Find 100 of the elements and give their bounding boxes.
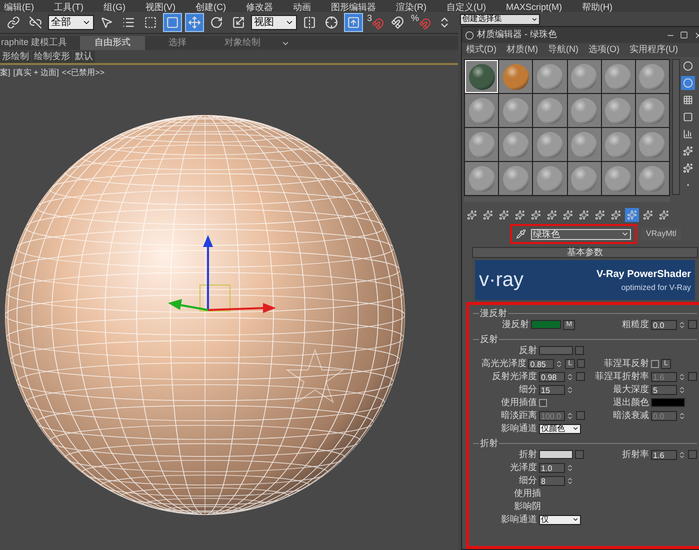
scrollbar[interactable] bbox=[464, 197, 670, 202]
menu-item[interactable]: 实用程序(U) bbox=[630, 43, 678, 57]
material-sample-slot[interactable] bbox=[636, 94, 670, 127]
editor-tool-button[interactable] bbox=[545, 208, 560, 222]
move-icon bbox=[188, 16, 201, 29]
field-label: 暗淡衰减 bbox=[613, 409, 650, 422]
viewport-label[interactable]: <<已禁用>> bbox=[62, 67, 104, 79]
tool-icon bbox=[515, 210, 526, 220]
sample-tool-button[interactable] bbox=[681, 144, 696, 158]
number-field[interactable]: 0.85 bbox=[528, 358, 554, 369]
number-field[interactable]: 0.0 bbox=[651, 320, 678, 330]
scrollbar[interactable] bbox=[672, 59, 680, 195]
number-field[interactable]: 0.98 bbox=[539, 372, 566, 382]
menu-item[interactable]: 自定义(U) bbox=[446, 2, 486, 12]
field-label: 退出颜色 bbox=[613, 396, 650, 409]
material-type-button[interactable]: VRayMtl bbox=[641, 228, 682, 240]
spinner-icon bbox=[566, 476, 574, 485]
mirror-icon bbox=[303, 16, 316, 29]
sample-tool-button[interactable] bbox=[681, 161, 696, 175]
checkbox[interactable] bbox=[651, 360, 660, 368]
menu-item[interactable]: 创建(C) bbox=[196, 2, 226, 12]
editor-tool-button[interactable] bbox=[561, 208, 576, 222]
color-swatch[interactable] bbox=[531, 320, 562, 330]
spinner-icon bbox=[566, 372, 574, 381]
menu-item[interactable]: 渲染(R) bbox=[396, 2, 426, 12]
magnet-icon bbox=[391, 16, 404, 29]
number-field[interactable]: 15 bbox=[539, 384, 566, 395]
menu-item[interactable]: 工具(T) bbox=[54, 2, 84, 12]
rollout-header[interactable]: 基本参数 bbox=[472, 247, 698, 258]
number-field[interactable]: 1.0 bbox=[539, 462, 566, 473]
ribbon-panel-button[interactable]: 形绘制 bbox=[0, 50, 31, 62]
editor-tool-button[interactable] bbox=[481, 208, 496, 222]
menu-item[interactable]: 选项(O) bbox=[588, 43, 620, 57]
ribbon-tab[interactable]: 自由形式 bbox=[80, 36, 145, 50]
caret-icon bbox=[572, 516, 580, 524]
snap-toggle[interactable]: 3 bbox=[366, 14, 386, 32]
tool-icon bbox=[611, 210, 622, 220]
editor-tool-button[interactable] bbox=[577, 208, 592, 222]
channel-dropdown[interactable]: 仅 bbox=[539, 514, 582, 525]
magnet-icon bbox=[419, 18, 432, 30]
ribbon-panel-button[interactable]: 绘制变形 bbox=[32, 50, 72, 62]
checkbox[interactable] bbox=[539, 398, 548, 407]
editor-tool-button[interactable] bbox=[657, 208, 672, 222]
crosshair-icon bbox=[325, 16, 338, 29]
rotate-icon bbox=[210, 16, 223, 29]
viewport-label[interactable]: [真实 + 边面] bbox=[13, 67, 59, 79]
spinner-icon bbox=[678, 372, 686, 381]
menu-item[interactable]: 图形编辑器 bbox=[331, 2, 376, 12]
ribbon-tab[interactable]: 对象绘制 bbox=[210, 36, 275, 50]
spinner-icon bbox=[566, 412, 574, 420]
tool-icon bbox=[683, 146, 694, 156]
tool-icon bbox=[683, 112, 694, 122]
editor-tool-button[interactable] bbox=[641, 208, 656, 222]
editor-tool-button[interactable] bbox=[513, 208, 528, 222]
square-icon bbox=[166, 16, 179, 29]
channel-dropdown[interactable]: 仅颜色 bbox=[539, 424, 582, 434]
field-label: 反射 bbox=[519, 344, 538, 357]
view-dropdown[interactable]: 视图 bbox=[251, 15, 297, 30]
material-name-field[interactable]: 绿珠色 bbox=[531, 228, 632, 240]
viewport-label[interactable]: 案] bbox=[0, 67, 10, 79]
selection-set-dropdown[interactable]: 创建选择集 bbox=[460, 14, 540, 24]
menu-item[interactable]: 视图(V) bbox=[146, 2, 176, 12]
material-sample-slot[interactable] bbox=[636, 128, 670, 161]
vray-logo: v·ray bbox=[479, 270, 524, 290]
material-sample-slot[interactable] bbox=[465, 60, 498, 93]
menu-item[interactable]: 编辑(E) bbox=[4, 2, 34, 12]
editor-tool-button[interactable] bbox=[593, 208, 608, 222]
view-dropdown[interactable]: 全部 bbox=[48, 15, 94, 30]
sample-tool-button[interactable] bbox=[681, 76, 696, 90]
menu-item[interactable]: 帮助(H) bbox=[582, 2, 612, 12]
number-field[interactable]: 8 bbox=[539, 476, 566, 486]
editor-tool-button[interactable] bbox=[497, 208, 512, 222]
color-swatch[interactable] bbox=[651, 398, 686, 408]
ribbon-tab[interactable]: 选择 bbox=[145, 36, 210, 50]
number-field[interactable]: 5 bbox=[651, 384, 678, 395]
menu-item[interactable]: 动画 bbox=[293, 2, 311, 12]
editor-tool-button[interactable] bbox=[529, 208, 544, 222]
color-swatch[interactable] bbox=[539, 450, 574, 460]
menu-item[interactable]: 模式(D) bbox=[466, 43, 497, 57]
color-swatch[interactable] bbox=[539, 346, 574, 356]
editor-tool-button[interactable] bbox=[625, 208, 640, 222]
tool-icon bbox=[683, 78, 694, 88]
menu-item[interactable]: MAXScript(M) bbox=[506, 2, 562, 12]
material-sample-slot[interactable] bbox=[636, 60, 670, 93]
ribbon-panel-button[interactable]: 默认 bbox=[73, 50, 95, 62]
caret-icon bbox=[572, 425, 580, 432]
editor-tool-button[interactable] bbox=[609, 208, 624, 222]
menu-item[interactable]: 导航(N) bbox=[548, 43, 579, 57]
menu-item[interactable]: 组(G) bbox=[104, 2, 126, 12]
material-sample-slot[interactable] bbox=[636, 162, 670, 195]
editor-tool-button[interactable] bbox=[465, 208, 480, 222]
snap-toggle[interactable]: % bbox=[410, 14, 432, 32]
field-label: 反射光泽度 bbox=[492, 370, 538, 383]
menu-item[interactable]: 材质(M) bbox=[506, 43, 538, 57]
sample-tool-button[interactable] bbox=[681, 59, 696, 73]
group-title: 折射 bbox=[479, 438, 500, 448]
caret-icon bbox=[82, 18, 91, 27]
menu-item[interactable]: 修改器 bbox=[246, 2, 273, 12]
number-field[interactable]: 1.6 bbox=[651, 450, 678, 460]
app-icon bbox=[465, 30, 474, 40]
